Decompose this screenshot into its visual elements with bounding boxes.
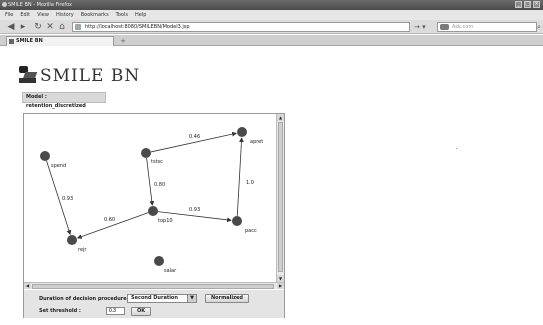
normalized-button[interactable]: Normalized (205, 294, 249, 303)
tab-smile-bn[interactable]: SMILE BN (6, 36, 114, 46)
window-controls: _ □ × (515, 1, 540, 8)
node-label-spend: spend (51, 163, 66, 169)
network-panel: 0.46 0.93 0.80 1.0 0.93 0.60 spend tstsc apret t… (23, 113, 285, 318)
node-apret[interactable] (237, 127, 247, 137)
edge-pacc-apret (236, 137, 244, 217)
search-placeholder: Ask.com (452, 24, 474, 30)
vertical-scrollbar[interactable]: ▲ ▼ (276, 114, 284, 282)
stop-icon[interactable]: ✕ (45, 22, 55, 32)
menu-bookmarks[interactable]: Bookmarks (81, 12, 109, 18)
node-rejr[interactable] (67, 235, 77, 245)
node-label-apret: apret (250, 139, 263, 145)
vertical-scroll-thumb[interactable] (278, 122, 283, 272)
model-label: Model : retention_discretized (22, 92, 106, 109)
node-label-salar: salar (164, 268, 177, 274)
search-engine-icon[interactable] (440, 24, 449, 30)
page-icon (75, 24, 81, 30)
app-title: SMILE BN (40, 66, 141, 86)
threshold-input[interactable] (106, 307, 125, 315)
node-salar[interactable] (154, 256, 164, 266)
url-bar[interactable]: http://localhost:8080/SMILEBN/Model3.jsp (72, 22, 410, 32)
window-titlebar: SMILE BN - Mozilla Firefox _ □ × (0, 0, 543, 10)
controls-panel: Duration of decision procedure : Second … (24, 290, 284, 318)
reload-icon[interactable]: ↻ (33, 22, 43, 32)
duration-label: Duration of decision procedure : (39, 296, 131, 302)
menu-tools[interactable]: Tools (116, 12, 128, 18)
page-dot (456, 148, 457, 149)
edge-weight-tstsc-top10: 0.80 (154, 182, 165, 188)
search-icon[interactable]: ⌕ (537, 23, 541, 32)
search-input[interactable]: Ask.com (437, 22, 537, 32)
ok-button[interactable]: OK (131, 307, 151, 316)
menu-history[interactable]: History (56, 12, 74, 18)
menu-edit[interactable]: Edit (20, 12, 30, 18)
node-label-pacc: pacc (245, 228, 257, 234)
firefox-icon (2, 2, 7, 7)
edge-tstsc-top10 (146, 157, 155, 206)
tab-strip: SMILE BN + (0, 35, 543, 46)
horizontal-scroll-thumb[interactable] (32, 284, 274, 289)
node-top10[interactable] (148, 206, 158, 216)
new-tab-button[interactable]: + (117, 37, 129, 45)
navigation-toolbar: ◀ ▸ ↻ ✕ ⌂ http://localhost:8080/SMILEBN/… (0, 20, 543, 34)
scroll-up-icon[interactable]: ▲ (277, 114, 284, 121)
node-label-top10: top10 (158, 218, 173, 224)
menu-help[interactable]: Help (135, 12, 146, 18)
url-text: http://localhost:8080/SMILEBN/Model3.jsp (85, 24, 190, 30)
scroll-down-icon[interactable]: ▼ (277, 275, 284, 282)
forward-icon[interactable]: ▸ (18, 22, 28, 32)
network-canvas[interactable]: 0.46 0.93 0.80 1.0 0.93 0.60 spend tstsc apret t… (24, 114, 276, 282)
duration-select[interactable]: Second Duration ▼ (127, 294, 197, 303)
node-label-rejr: rejr (78, 247, 87, 253)
go-arrow-icon[interactable]: → ▾ (414, 23, 426, 31)
edge-weight-spend-rejr: 0.93 (62, 196, 73, 202)
minimize-icon[interactable]: _ (515, 1, 522, 8)
node-label-tstsc: tstsc (151, 159, 163, 165)
smile-bn-logo-icon (19, 66, 38, 84)
horizontal-scrollbar[interactable]: ◀ ▶ (24, 282, 284, 289)
tab-title: SMILE BN (16, 38, 43, 44)
edge-weight-tstsc-apret: 0.46 (189, 134, 200, 140)
tab-favicon (9, 39, 14, 44)
node-spend[interactable] (40, 151, 50, 161)
menu-view[interactable]: View (37, 12, 49, 18)
window-title: SMILE BN - Mozilla Firefox (8, 2, 73, 8)
edge-weight-top10-rejr: 0.60 (104, 217, 115, 223)
menu-bar: File Edit View History Bookmarks Tools H… (0, 10, 543, 20)
node-tstsc[interactable] (141, 148, 151, 158)
close-icon[interactable]: × (533, 1, 540, 8)
edge-weight-pacc-apret: 1.0 (246, 180, 254, 186)
home-icon[interactable]: ⌂ (57, 22, 67, 32)
scroll-left-icon[interactable]: ◀ (24, 283, 31, 289)
back-icon[interactable]: ◀ (4, 22, 18, 32)
edge-weight-top10-pacc: 0.93 (189, 207, 200, 213)
maximize-icon[interactable]: □ (524, 1, 531, 8)
node-pacc[interactable] (232, 216, 242, 226)
threshold-label: Set threshold : (39, 308, 81, 314)
duration-value: Second Duration (131, 295, 178, 301)
chevron-down-icon[interactable]: ▼ (187, 295, 196, 302)
scroll-right-icon[interactable]: ▶ (277, 283, 284, 289)
menu-file[interactable]: File (5, 12, 13, 18)
